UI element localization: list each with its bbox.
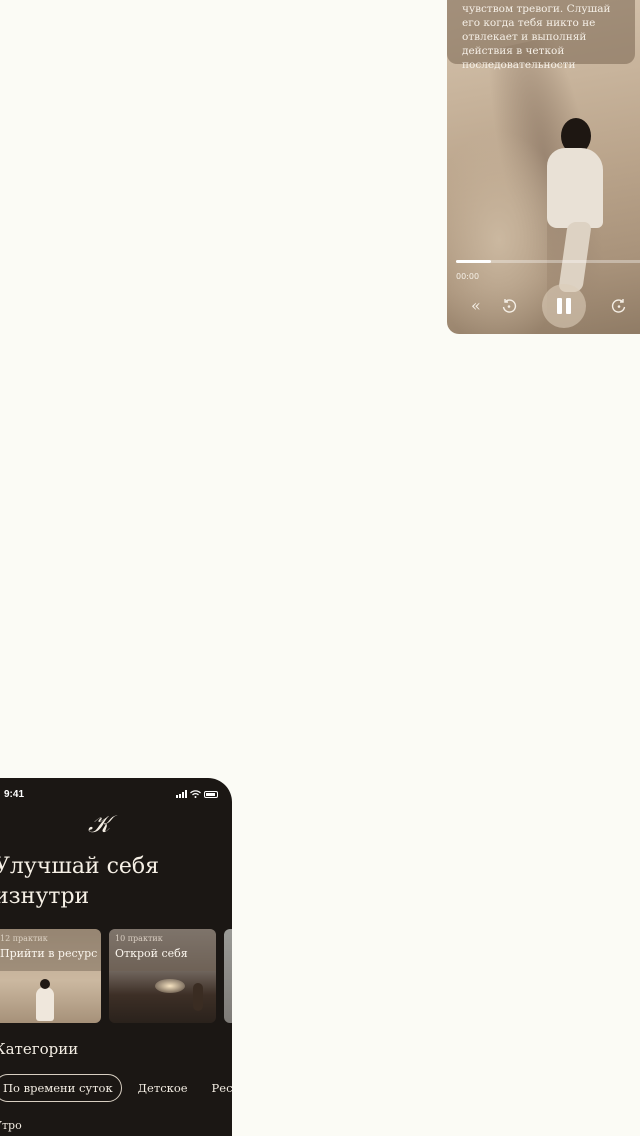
status-time: 9:41: [4, 788, 25, 800]
description-text: чувством тревоги. Слушай его когда тебя …: [462, 3, 611, 71]
category-chips: По времени суток Детское Ресурс: [0, 1074, 232, 1102]
practice-card[interactable]: [224, 929, 232, 1023]
card-title: Открой себя: [115, 947, 188, 960]
pause-button[interactable]: [542, 284, 586, 328]
practice-card[interactable]: 10 практик Открой себя: [109, 929, 216, 1023]
page-title: Улучшай себя изнутри: [0, 854, 160, 909]
practice-description: чувством тревоги. Слушай его когда тебя …: [447, 0, 635, 71]
progress-bar[interactable]: [456, 260, 640, 263]
practice-card[interactable]: 12 практик Прийти в ресурс: [0, 929, 101, 1023]
section-subhead: Утро: [0, 1119, 22, 1132]
signal-icon: [176, 790, 187, 798]
audio-player-card: чувством тревоги. Слушай его когда тебя …: [447, 0, 640, 334]
chip-kids[interactable]: Детское: [130, 1074, 196, 1102]
forward-15-icon[interactable]: [611, 298, 627, 314]
phone-home-screen: 9:41 𝒦 Улучшай себя изнутри 12 практик П…: [0, 778, 232, 1136]
card-meta: 10 практик: [115, 934, 163, 943]
chip-resource[interactable]: Ресурс: [204, 1074, 232, 1102]
card-meta: 12 практик: [0, 934, 48, 943]
battery-icon: [204, 790, 218, 798]
status-bar: 9:41: [4, 788, 218, 800]
current-time: 00:00: [456, 272, 480, 281]
categories-title: Категории: [0, 1040, 79, 1058]
app-logo: 𝒦: [88, 810, 111, 838]
card-title: Прийти в ресурс: [0, 947, 98, 960]
wifi-icon: [190, 790, 201, 798]
practice-cards: 12 практик Прийти в ресурс 10 практик От…: [0, 929, 232, 1023]
back-15-icon[interactable]: [501, 298, 517, 314]
rewind-icon[interactable]: «: [471, 296, 481, 315]
progress-fill: [456, 260, 492, 263]
chip-time-of-day[interactable]: По времени суток: [0, 1074, 122, 1102]
pause-icon: [557, 298, 562, 314]
